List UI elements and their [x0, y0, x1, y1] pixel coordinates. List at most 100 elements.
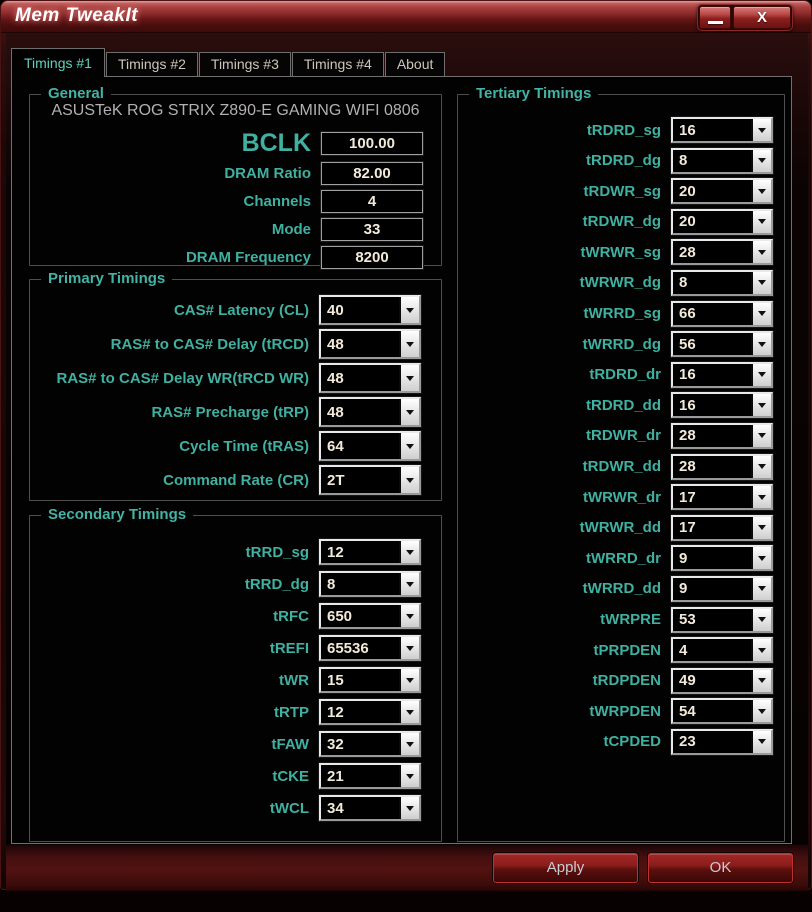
dropdown-arrow-button[interactable]: [751, 149, 771, 172]
dropdown-selected-value[interactable]: 15: [321, 669, 399, 691]
dropdown-selected-value[interactable]: 9: [673, 547, 751, 569]
tab-timings-1[interactable]: Timings #1: [11, 48, 105, 77]
dropdown-arrow-button[interactable]: [751, 639, 771, 662]
dropdown-arrow-button[interactable]: [751, 424, 771, 447]
dropdown-arrow-button[interactable]: [751, 119, 771, 141]
dropdown-arrow-button[interactable]: [399, 541, 419, 563]
apply-button[interactable]: Apply: [493, 853, 638, 883]
dropdown-arrow-button[interactable]: [751, 547, 771, 570]
dropdown-selected-value[interactable]: 12: [321, 541, 399, 563]
timing-dropdown[interactable]: 23: [671, 728, 773, 755]
timing-dropdown[interactable]: 17: [671, 514, 773, 541]
timing-dropdown[interactable]: 65536: [319, 635, 421, 661]
dropdown-arrow-button[interactable]: [399, 765, 419, 787]
dropdown-selected-value[interactable]: 21: [321, 765, 399, 787]
timing-dropdown[interactable]: 16: [671, 361, 773, 388]
dropdown-selected-value[interactable]: 650: [321, 605, 399, 627]
dropdown-selected-value[interactable]: 32: [321, 733, 399, 755]
dropdown-arrow-button[interactable]: [399, 733, 419, 755]
dropdown-selected-value[interactable]: 17: [673, 517, 751, 539]
dropdown-arrow-button[interactable]: [399, 331, 419, 357]
timing-dropdown[interactable]: 21: [319, 763, 421, 789]
dropdown-arrow-button[interactable]: [399, 297, 419, 323]
timing-dropdown[interactable]: 9: [671, 545, 773, 572]
timing-dropdown[interactable]: 54: [671, 698, 773, 725]
ok-button[interactable]: OK: [648, 853, 793, 883]
dropdown-selected-value[interactable]: 53: [673, 609, 751, 631]
timing-dropdown[interactable]: 20: [671, 208, 773, 235]
dropdown-selected-value[interactable]: 48: [321, 331, 399, 357]
dropdown-selected-value[interactable]: 8: [673, 150, 751, 172]
dropdown-selected-value[interactable]: 65536: [321, 637, 399, 659]
dropdown-selected-value[interactable]: 34: [321, 797, 399, 819]
dropdown-arrow-button[interactable]: [751, 669, 771, 692]
dropdown-selected-value[interactable]: 64: [321, 433, 399, 459]
dropdown-arrow-button[interactable]: [751, 363, 771, 386]
dropdown-arrow-button[interactable]: [751, 516, 771, 539]
timing-dropdown[interactable]: 17: [671, 484, 773, 511]
timing-dropdown[interactable]: 16: [671, 392, 773, 419]
dropdown-arrow-button[interactable]: [751, 271, 771, 294]
timing-dropdown[interactable]: 40: [319, 295, 421, 325]
dropdown-arrow-button[interactable]: [751, 577, 771, 600]
dropdown-arrow-button[interactable]: [399, 637, 419, 659]
timing-dropdown[interactable]: 12: [319, 539, 421, 565]
timing-dropdown[interactable]: 20: [671, 178, 773, 205]
timing-dropdown[interactable]: 2T: [319, 465, 421, 495]
timing-dropdown[interactable]: 56: [671, 331, 773, 358]
timing-dropdown[interactable]: 32: [319, 731, 421, 757]
timing-dropdown[interactable]: 49: [671, 667, 773, 694]
dropdown-arrow-button[interactable]: [399, 365, 419, 391]
timing-dropdown[interactable]: 4: [671, 637, 773, 664]
dropdown-arrow-button[interactable]: [399, 573, 419, 595]
dropdown-selected-value[interactable]: 49: [673, 670, 751, 692]
dropdown-selected-value[interactable]: 9: [673, 578, 751, 600]
dropdown-selected-value[interactable]: 20: [673, 180, 751, 202]
timing-dropdown[interactable]: 34: [319, 795, 421, 821]
tab-about[interactable]: About: [384, 52, 446, 76]
tab-timings-2[interactable]: Timings #2: [105, 52, 198, 76]
timing-dropdown[interactable]: 8: [319, 571, 421, 597]
timing-dropdown[interactable]: 53: [671, 606, 773, 633]
dropdown-selected-value[interactable]: 40: [321, 297, 399, 323]
dropdown-selected-value[interactable]: 16: [673, 364, 751, 386]
dropdown-arrow-button[interactable]: [751, 302, 771, 325]
dropdown-arrow-button[interactable]: [751, 241, 771, 264]
dropdown-selected-value[interactable]: 12: [321, 701, 399, 723]
timing-dropdown[interactable]: 8: [671, 147, 773, 174]
timing-dropdown[interactable]: 16: [671, 117, 773, 143]
dropdown-selected-value[interactable]: 23: [673, 731, 751, 753]
dropdown-selected-value[interactable]: 54: [673, 700, 751, 722]
dropdown-arrow-button[interactable]: [751, 486, 771, 509]
dropdown-arrow-button[interactable]: [751, 210, 771, 233]
dropdown-selected-value[interactable]: 56: [673, 333, 751, 355]
dropdown-selected-value[interactable]: 28: [673, 241, 751, 263]
timing-dropdown[interactable]: 9: [671, 575, 773, 602]
timing-dropdown[interactable]: 48: [319, 329, 421, 359]
dropdown-selected-value[interactable]: 17: [673, 486, 751, 508]
timing-dropdown[interactable]: 28: [671, 453, 773, 480]
dropdown-arrow-button[interactable]: [399, 797, 419, 819]
dropdown-arrow-button[interactable]: [751, 730, 771, 753]
dropdown-selected-value[interactable]: 28: [673, 456, 751, 478]
timing-dropdown[interactable]: 650: [319, 603, 421, 629]
dropdown-selected-value[interactable]: 20: [673, 211, 751, 233]
dropdown-selected-value[interactable]: 66: [673, 303, 751, 325]
dropdown-selected-value[interactable]: 48: [321, 365, 399, 391]
tab-timings-4[interactable]: Timings #4: [291, 52, 384, 76]
dropdown-arrow-button[interactable]: [399, 467, 419, 493]
timing-dropdown[interactable]: 66: [671, 300, 773, 327]
dropdown-arrow-button[interactable]: [399, 701, 419, 723]
dropdown-arrow-button[interactable]: [751, 700, 771, 723]
dropdown-selected-value[interactable]: 8: [673, 272, 751, 294]
timing-dropdown[interactable]: 48: [319, 363, 421, 393]
dropdown-arrow-button[interactable]: [751, 455, 771, 478]
dropdown-arrow-button[interactable]: [399, 399, 419, 425]
tab-timings-3[interactable]: Timings #3: [198, 52, 291, 76]
dropdown-arrow-button[interactable]: [399, 669, 419, 691]
dropdown-selected-value[interactable]: 2T: [321, 467, 399, 493]
timing-dropdown[interactable]: 48: [319, 397, 421, 427]
dropdown-selected-value[interactable]: 28: [673, 425, 751, 447]
dropdown-selected-value[interactable]: 16: [673, 119, 751, 141]
dropdown-arrow-button[interactable]: [751, 333, 771, 356]
